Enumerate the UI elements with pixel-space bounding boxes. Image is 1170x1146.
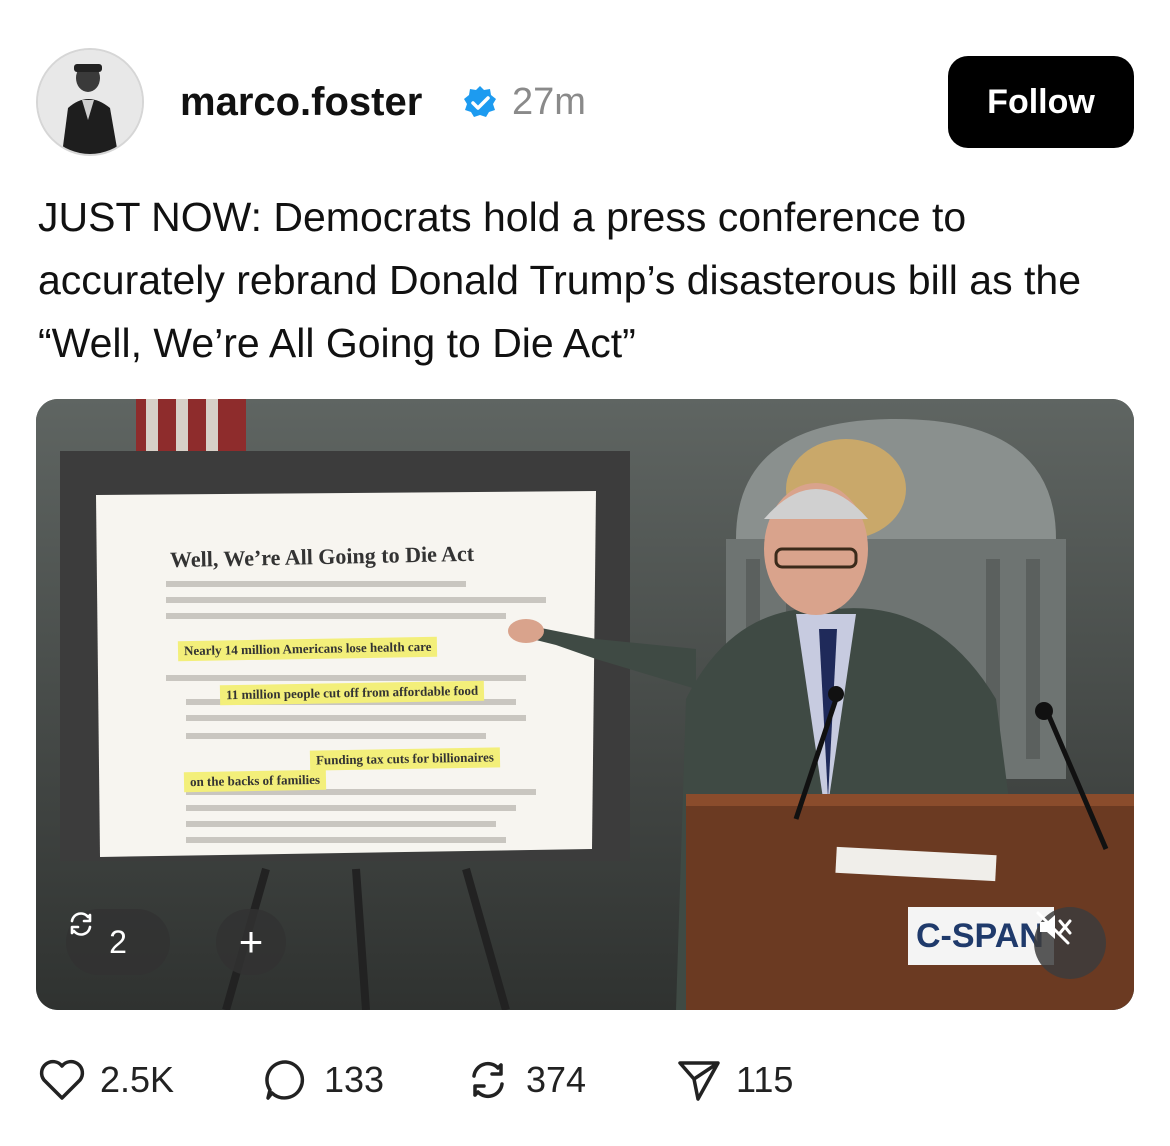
highlight-text: on the backs of families [183, 769, 327, 793]
repost-count: 374 [526, 1059, 587, 1100]
post-time: 27m [512, 81, 586, 123]
verified-badge-icon [461, 84, 499, 122]
repost-icon [472, 1061, 504, 1099]
repost-button[interactable]: 374 [464, 1050, 586, 1110]
comment-icon [265, 1060, 305, 1100]
video-repost-button[interactable]: 2 [66, 909, 170, 975]
like-count: 2.5K [100, 1059, 175, 1100]
avatar[interactable] [36, 48, 144, 156]
speaker-muted-icon [1036, 911, 1072, 945]
send-icon [678, 1061, 720, 1101]
video-repost-count: 2 [109, 923, 127, 960]
username[interactable]: marco.foster [180, 78, 422, 126]
share-button[interactable]: 115 [676, 1050, 793, 1110]
add-button[interactable]: + [216, 909, 286, 975]
post-header: marco.foster 27m Follow [0, 0, 1170, 170]
post-text: JUST NOW: Democrats hold a press confere… [38, 194, 1081, 366]
highlight-text: Funding tax cuts for billionaires [309, 747, 501, 771]
video-player[interactable]: Well, We’re All Going to Die Act Nearly … [36, 399, 1134, 1010]
like-button[interactable]: 2.5K [38, 1050, 174, 1110]
share-count: 115 [736, 1059, 794, 1100]
heart-icon [39, 1059, 85, 1100]
follow-button[interactable]: Follow [948, 56, 1134, 148]
repost-icon [70, 912, 92, 936]
mute-button[interactable] [1034, 907, 1106, 979]
comment-count: 133 [324, 1059, 385, 1100]
action-bar: 2.5K 133 374 115 [0, 1050, 1170, 1120]
network-logo: C-SPAN [908, 907, 1054, 965]
comment-button[interactable]: 133 [262, 1050, 384, 1110]
